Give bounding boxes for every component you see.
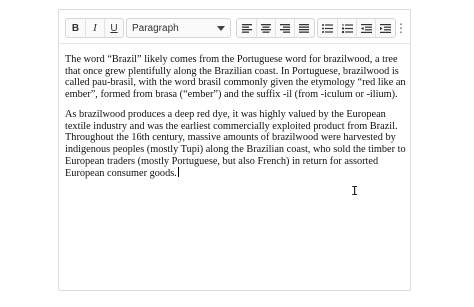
paragraph-2-text: As brazilwood produces a deep red dye, i… xyxy=(65,108,406,180)
align-left-button[interactable] xyxy=(237,19,256,37)
editor-content[interactable]: The word “Brazil” likely comes from the … xyxy=(65,54,409,188)
ibeam-cursor-icon: I xyxy=(351,184,359,198)
outdent-icon xyxy=(360,23,372,33)
align-center-button[interactable] xyxy=(256,19,275,37)
bullet-list-icon xyxy=(322,23,333,33)
rich-text-editor[interactable]: B I U Paragraph ⋮ The word “Brazil” like… xyxy=(58,9,411,291)
numbered-list-icon xyxy=(341,23,353,33)
bullet-list-button[interactable] xyxy=(318,19,337,37)
indent-icon xyxy=(379,23,391,33)
align-center-icon xyxy=(261,23,271,33)
align-justify-icon xyxy=(299,23,309,33)
italic-button[interactable]: I xyxy=(85,19,104,37)
more-options-icon[interactable]: ⋮ xyxy=(395,20,407,36)
text-cursor xyxy=(177,167,179,178)
align-right-icon xyxy=(280,23,290,33)
outdent-button[interactable] xyxy=(356,19,375,37)
align-left-icon xyxy=(241,23,252,33)
block-format-value: Paragraph xyxy=(132,22,179,34)
chevron-down-icon xyxy=(217,26,225,31)
align-right-button[interactable] xyxy=(275,19,294,37)
bold-button[interactable]: B xyxy=(66,19,85,37)
numbered-list-button[interactable] xyxy=(337,19,356,37)
align-justify-button[interactable] xyxy=(294,19,313,37)
list-indent-group xyxy=(317,18,396,38)
editor-toolbar: B I U Paragraph ⋮ xyxy=(59,10,410,44)
text-format-group: B I U xyxy=(65,18,124,38)
block-format-select[interactable]: Paragraph xyxy=(126,18,231,38)
paragraph-2[interactable]: As brazilwood produces a deep red dye, i… xyxy=(65,109,409,180)
indent-button[interactable] xyxy=(375,19,394,37)
paragraph-1[interactable]: The word “Brazil” likely comes from the … xyxy=(65,54,409,101)
alignment-group xyxy=(236,18,315,38)
underline-button[interactable]: U xyxy=(104,19,123,37)
